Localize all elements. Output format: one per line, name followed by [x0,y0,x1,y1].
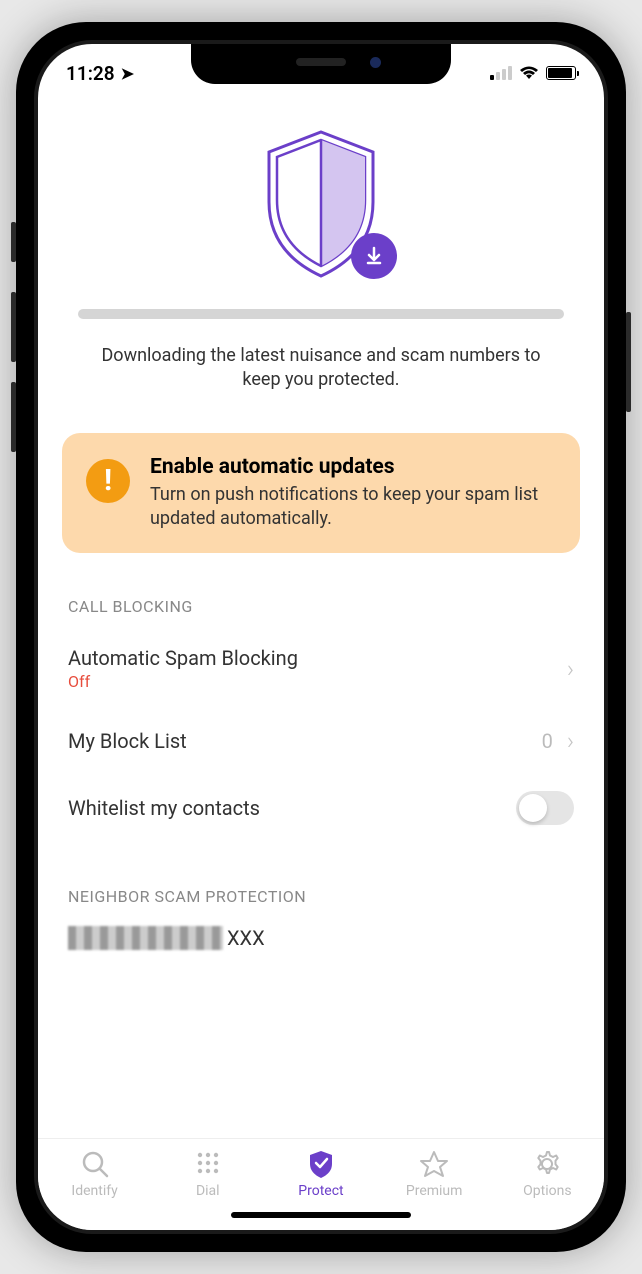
tab-label: Protect [298,1183,343,1199]
redacted-number [68,926,223,950]
tab-label: Dial [196,1183,220,1199]
location-services-icon: ➤ [121,64,134,83]
row-label: Whitelist my contacts [68,796,260,820]
status-time: 11:28 [66,62,115,85]
download-status-text: Downloading the latest nuisance and scam… [68,344,574,393]
row-label: Automatic Spam Blocking [68,646,298,670]
tab-premium[interactable]: Premium [378,1149,491,1199]
download-progress-bar [78,309,564,319]
shield-download-icon [68,124,574,284]
cellular-signal-icon [490,66,512,80]
enable-updates-banner[interactable]: ! Enable automatic updates Turn on push … [62,433,580,554]
notch [191,44,451,84]
alert-description: Turn on push notifications to keep your … [150,483,556,532]
screen: 11:28 ➤ [38,44,604,1230]
chevron-right-icon: › [567,727,574,755]
tab-options[interactable]: Options [491,1149,604,1199]
call-blocking-header: CALL BLOCKING [38,553,604,628]
alert-title: Enable automatic updates [150,455,556,479]
home-indicator[interactable] [231,1212,411,1218]
tab-dial[interactable]: Dial [151,1149,264,1199]
neighbor-suffix: XXX [227,926,265,950]
hero-section: Downloading the latest nuisance and scam… [38,94,604,403]
battery-icon [546,66,576,80]
tab-label: Options [523,1183,571,1199]
tab-label: Identify [71,1183,117,1199]
gear-icon [533,1149,561,1179]
wifi-icon [519,66,539,80]
row-label: My Block List [68,729,187,753]
download-badge-icon [351,233,397,279]
whitelist-toggle[interactable] [516,791,574,825]
phone-frame: 11:28 ➤ [16,22,626,1252]
neighbor-scam-header: NEIGHBOR SCAM PROTECTION [38,843,604,918]
dialpad-icon [194,1149,222,1179]
neighbor-number-row[interactable]: XXX [38,918,604,958]
search-icon [81,1149,109,1179]
tab-label: Premium [406,1183,463,1199]
alert-exclamation-icon: ! [86,459,130,503]
whitelist-contacts-row: Whitelist my contacts [38,773,604,843]
my-block-list-row[interactable]: My Block List 0 › [38,709,604,773]
block-list-count: 0 [542,729,553,753]
tab-protect[interactable]: Protect [264,1149,377,1199]
tab-identify[interactable]: Identify [38,1149,151,1199]
automatic-spam-blocking-row[interactable]: Automatic Spam Blocking Off › [38,628,604,709]
spam-blocking-status: Off [68,672,298,691]
chevron-right-icon: › [567,655,574,683]
main-content[interactable]: Downloading the latest nuisance and scam… [38,94,604,1138]
shield-check-icon [307,1149,335,1179]
star-icon [419,1149,449,1179]
